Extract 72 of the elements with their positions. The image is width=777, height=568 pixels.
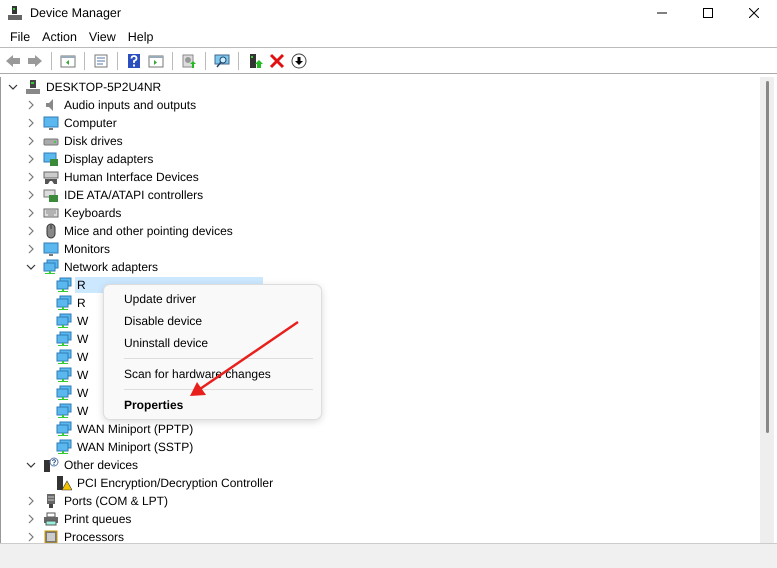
tree-item[interactable]: W bbox=[75, 331, 90, 347]
tree-item[interactable]: W bbox=[75, 367, 90, 383]
tree-item[interactable]: Audio inputs and outputs bbox=[62, 97, 198, 113]
network-icon bbox=[56, 349, 72, 365]
keyboard-joystick-icon bbox=[43, 169, 59, 185]
tree-item[interactable]: W bbox=[75, 349, 90, 365]
printer-icon bbox=[43, 511, 59, 527]
network-icon bbox=[56, 403, 72, 419]
tree-item[interactable]: WAN Miniport (PPTP) bbox=[75, 421, 196, 437]
menu-item[interactable]: Uninstall device bbox=[108, 332, 317, 354]
update-driver-icon bbox=[181, 52, 197, 68]
close-icon bbox=[749, 8, 759, 18]
tree-item[interactable]: Display adapters bbox=[62, 151, 156, 167]
back-arrow-icon bbox=[5, 52, 21, 68]
help-icon bbox=[126, 52, 142, 68]
network-icon bbox=[43, 259, 59, 275]
network-icon bbox=[56, 331, 72, 347]
network-icon bbox=[56, 313, 72, 329]
warning-device-icon bbox=[56, 475, 72, 491]
unknown-device-icon bbox=[43, 457, 59, 473]
tree-item[interactable]: Processors bbox=[62, 529, 126, 543]
monitor-icon bbox=[43, 241, 59, 257]
menu-item[interactable]: View bbox=[82, 28, 122, 46]
network-icon bbox=[56, 277, 72, 293]
tree-item[interactable]: Print queues bbox=[62, 511, 134, 527]
uninstall-x-icon bbox=[269, 52, 285, 68]
properties-icon bbox=[93, 52, 109, 68]
menu-item[interactable]: Disable device bbox=[108, 310, 317, 332]
tree-item[interactable]: WAN Miniport (SSTP) bbox=[75, 439, 196, 455]
tree-item[interactable]: Human Interface Devices bbox=[62, 169, 201, 185]
display-adapter-icon bbox=[43, 151, 59, 167]
tree-item[interactable]: IDE ATA/ATAPI controllers bbox=[62, 187, 206, 203]
monitor-icon bbox=[43, 115, 59, 131]
console-tree-icon bbox=[60, 52, 76, 68]
network-icon bbox=[56, 367, 72, 383]
tree-item[interactable]: Keyboards bbox=[62, 205, 124, 221]
menu-item[interactable]: Action bbox=[36, 28, 83, 46]
tree-item[interactable]: Monitors bbox=[62, 241, 112, 257]
network-icon bbox=[56, 385, 72, 401]
window-title: Device Manager bbox=[30, 4, 122, 22]
tree-item[interactable]: DESKTOP-5P2U4NR bbox=[44, 79, 164, 95]
enable-device-icon bbox=[247, 52, 263, 68]
tree-item[interactable]: Mice and other pointing devices bbox=[62, 223, 235, 239]
tree-item[interactable]: PCI Encryption/Decryption Controller bbox=[75, 475, 276, 491]
forward-arrow-icon bbox=[27, 52, 43, 68]
menu-item[interactable]: File bbox=[4, 28, 36, 46]
tree-item[interactable]: Disk drives bbox=[62, 133, 125, 149]
menu-item[interactable]: Help bbox=[122, 28, 160, 46]
menu-item[interactable]: Scan for hardware changes bbox=[108, 363, 317, 385]
tree-item[interactable]: R bbox=[75, 295, 88, 311]
network-icon bbox=[56, 421, 72, 437]
download-arrow-button[interactable] bbox=[289, 50, 309, 70]
app-icon bbox=[8, 6, 22, 20]
maximize-icon bbox=[703, 8, 713, 18]
network-icon bbox=[56, 439, 72, 455]
computer-icon bbox=[25, 79, 41, 95]
tree-item[interactable]: Network adapters bbox=[62, 259, 160, 275]
tree-item[interactable]: W bbox=[75, 385, 90, 401]
tree-item[interactable]: Other devices bbox=[62, 457, 140, 473]
tree-item[interactable]: Ports (COM & LPT) bbox=[62, 493, 170, 509]
processor-chip-icon bbox=[43, 529, 59, 543]
scrollbar-thumb[interactable] bbox=[766, 81, 769, 433]
tree-item[interactable]: W bbox=[75, 313, 90, 329]
menu-item[interactable]: Properties bbox=[108, 394, 317, 416]
menu-item[interactable]: Update driver bbox=[108, 288, 317, 310]
tree-item[interactable]: W bbox=[75, 403, 90, 419]
controller-card-icon bbox=[43, 187, 59, 203]
scan-monitor-icon bbox=[214, 52, 230, 68]
action-pane-icon bbox=[148, 52, 164, 68]
scrollbar[interactable] bbox=[760, 77, 774, 543]
network-icon bbox=[56, 295, 72, 311]
tree-item[interactable]: Computer bbox=[62, 115, 119, 131]
